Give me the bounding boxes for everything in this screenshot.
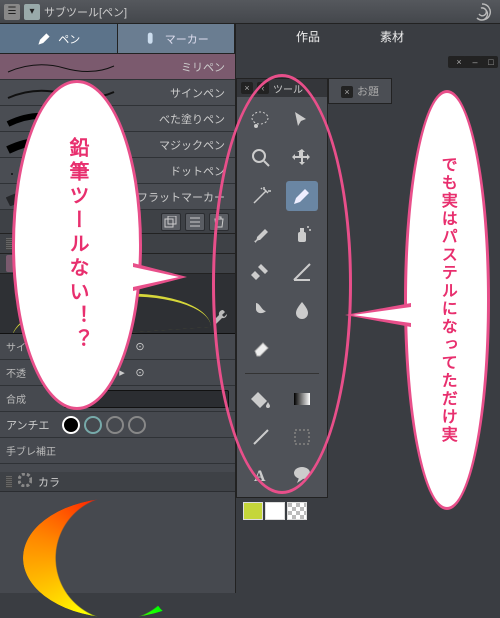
app-menu-icon[interactable]: ☰ xyxy=(4,4,20,20)
pen-tab-row: ペン マーカー xyxy=(0,24,235,54)
tool-pen[interactable] xyxy=(286,181,318,211)
annotation-text: でも実はパステルになってただけ実 xyxy=(434,156,460,444)
tool-lasso[interactable] xyxy=(245,105,277,135)
color-wheel[interactable] xyxy=(23,498,213,618)
tool-fill[interactable] xyxy=(245,384,277,414)
window-titlebar: ☰ ▾ サブツール[ペン] xyxy=(0,0,500,24)
aa-option[interactable] xyxy=(84,416,102,434)
collapse-icon[interactable]: ‹ xyxy=(257,82,269,94)
tool-balloon[interactable] xyxy=(286,460,318,490)
link-icon[interactable]: ⊙ xyxy=(134,341,146,353)
tool-eraser[interactable] xyxy=(245,333,277,363)
prop-label: 手ブレ補正 xyxy=(6,443,78,458)
separator xyxy=(245,373,319,374)
tool-gradient[interactable] xyxy=(286,384,318,414)
svg-text:A: A xyxy=(254,468,266,485)
list-item-label: ドットペン xyxy=(170,163,225,179)
list-item-label: フラットマーカー xyxy=(137,189,225,205)
tool-zoom[interactable] xyxy=(245,143,277,173)
tool-cursor[interactable] xyxy=(286,105,318,135)
workspace-header: 作品 素材 × – □ xyxy=(236,24,500,78)
aa-option[interactable] xyxy=(128,416,146,434)
bubble-tail-icon xyxy=(133,263,187,291)
swatch-transparent[interactable] xyxy=(287,502,307,520)
close-icon[interactable]: × xyxy=(241,82,253,94)
prop-label: アンチエ xyxy=(6,417,58,433)
prop-antialias: アンチエ xyxy=(0,412,235,438)
color-swatches xyxy=(237,498,327,524)
pen-icon xyxy=(36,31,52,47)
maximize-icon[interactable]: □ xyxy=(484,56,498,68)
tool-palette-title: ツール xyxy=(273,81,303,96)
color-panel: カラ xyxy=(0,472,235,618)
prop-blend: 合成 通常 xyxy=(0,386,235,412)
tool-empty xyxy=(286,333,318,363)
marker-icon xyxy=(143,31,159,47)
tab-marker-label: マーカー xyxy=(165,31,209,47)
list-item[interactable]: ミリペン xyxy=(0,54,235,80)
link-icon[interactable]: ⊙ xyxy=(134,367,146,379)
close-icon[interactable]: × xyxy=(452,56,466,68)
color-wheel-icon xyxy=(18,473,32,490)
color-label: カラ xyxy=(38,474,60,490)
swatch-fg[interactable] xyxy=(243,502,263,520)
tool-smudge[interactable] xyxy=(245,295,277,325)
annotation-bubble-right: でも実はパステルになってただけ実 xyxy=(404,90,490,510)
tool-erase-partial[interactable] xyxy=(245,257,277,287)
trash-button[interactable] xyxy=(209,213,229,231)
dropdown-icon[interactable]: ▾ xyxy=(24,4,40,20)
tool-palette: × ‹ ツール A xyxy=(236,78,328,498)
annotation-text: 鉛筆ツールない！？ xyxy=(61,137,93,353)
tab-pen-label: ペン xyxy=(58,31,80,47)
list-item-label: マジックペン xyxy=(159,137,225,153)
right-panel: × – □ ×お題 xyxy=(328,78,500,118)
top-tab-works[interactable]: 作品 xyxy=(296,28,320,45)
tool-line[interactable] xyxy=(245,422,277,452)
list-item-label: ミリペン xyxy=(181,59,225,75)
tool-ruler[interactable] xyxy=(286,257,318,287)
list-item[interactable]: サインペン xyxy=(0,80,235,106)
tool-blur[interactable] xyxy=(286,295,318,325)
swatch-bg[interactable] xyxy=(265,502,285,520)
aa-option[interactable] xyxy=(62,416,80,434)
close-icon[interactable]: × xyxy=(341,86,353,98)
wrench-icon[interactable] xyxy=(211,308,229,329)
tool-move[interactable] xyxy=(286,143,318,173)
drag-handle-icon[interactable] xyxy=(6,476,12,488)
tool-brush[interactable] xyxy=(245,219,277,249)
duplicate-button[interactable] xyxy=(161,213,181,231)
right-tab-label: お題 xyxy=(357,86,379,98)
tab-marker[interactable]: マーカー xyxy=(118,24,236,53)
color-header: カラ xyxy=(0,472,235,492)
list-item-label: サインペン xyxy=(170,85,225,101)
right-tab-odai[interactable]: × お題 xyxy=(328,78,392,104)
bubble-tail-icon xyxy=(345,303,411,327)
tool-text[interactable]: A xyxy=(245,460,277,490)
titlebar-label: サブツール[ペン] xyxy=(44,4,127,20)
list-item-label: べた塗りペン xyxy=(159,111,225,127)
aa-option[interactable] xyxy=(106,416,124,434)
tool-spray[interactable] xyxy=(286,219,318,249)
prop-stabilize: 手ブレ補正 xyxy=(0,438,235,464)
top-tab-materials[interactable]: 素材 xyxy=(380,28,404,45)
tab-pen[interactable]: ペン xyxy=(0,24,118,53)
menu-button[interactable] xyxy=(185,213,205,231)
minimize-icon[interactable]: – xyxy=(468,56,482,68)
tool-grid: A xyxy=(237,97,327,498)
tool-palette-header[interactable]: × ‹ ツール xyxy=(237,79,327,97)
tool-wand[interactable] xyxy=(245,181,277,211)
annotation-bubble-left: 鉛筆ツールない！？ xyxy=(12,80,142,410)
spiral-icon[interactable] xyxy=(472,2,492,25)
tool-shape[interactable] xyxy=(286,422,318,452)
